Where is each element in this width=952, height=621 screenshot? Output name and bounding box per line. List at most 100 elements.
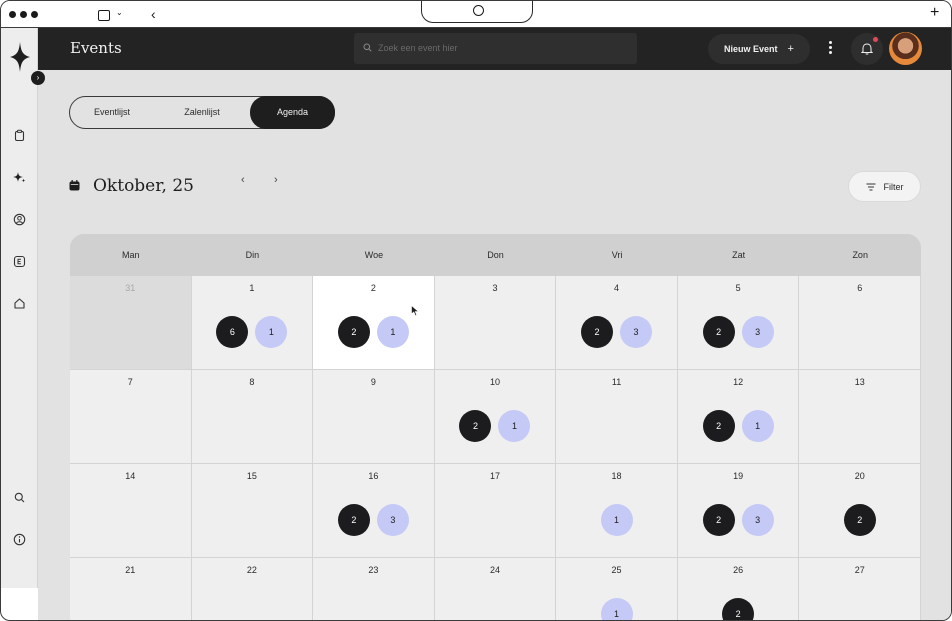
new-event-button[interactable]: Nieuw Event +	[708, 34, 810, 64]
event-count-badge-dark[interactable]: 2	[702, 504, 735, 536]
day-number: 23	[368, 565, 379, 575]
calendar-day-cell[interactable]: 23	[313, 558, 435, 620]
event-badges: 23	[678, 316, 799, 348]
calendar-day-cell[interactable]: 31	[70, 276, 192, 370]
calendar-day-cell[interactable]: 21	[70, 558, 192, 620]
calendar-day-cell[interactable]: 25 1	[556, 558, 678, 620]
sidebar-expand-chevron-icon[interactable]: ›	[31, 71, 45, 85]
day-number: 27	[854, 565, 865, 575]
calendar-day-cell[interactable]: 16 2 3	[313, 464, 435, 558]
event-count-badge-light[interactable]: 3	[620, 316, 653, 348]
calendar-day-cell[interactable]: 4 23	[556, 276, 678, 370]
calendar-day-cell[interactable]: 10 2 1	[434, 370, 557, 464]
day-number: 20	[854, 471, 865, 481]
back-chevron-icon[interactable]: ‹	[151, 6, 156, 22]
new-tab-plus-icon[interactable]: +	[930, 4, 939, 22]
page-title: Events	[70, 39, 122, 57]
event-badges: 23	[678, 504, 799, 536]
notifications-button[interactable]	[851, 33, 883, 65]
day-number: 21	[125, 565, 136, 575]
calendar-day-cell[interactable]: 19 2 3	[677, 464, 800, 558]
kebab-menu-icon[interactable]	[829, 41, 832, 54]
calendar-day-cell[interactable]: 7	[70, 370, 192, 464]
next-month-chevron-icon[interactable]: ›	[274, 174, 278, 186]
event-count-badge-light[interactable]: 3	[741, 316, 774, 348]
event-count-badge-light[interactable]: 1	[255, 316, 288, 348]
calendar-day-cell[interactable]: 6	[799, 276, 921, 370]
event-badges: 2	[678, 598, 799, 620]
avatar[interactable]	[889, 32, 922, 65]
event-count-badge-dark[interactable]: 2	[337, 504, 370, 536]
new-event-label: Nieuw Event	[724, 44, 778, 54]
event-badges: 1	[556, 504, 677, 536]
info-icon[interactable]	[13, 533, 26, 546]
calendar-day-cell[interactable]: 27	[799, 558, 921, 620]
search-icon[interactable]	[13, 491, 26, 504]
notification-dot	[873, 37, 878, 42]
clipboard-icon[interactable]	[13, 129, 26, 142]
prev-month-chevron-icon[interactable]: ‹	[241, 174, 245, 186]
calendar-day-cell[interactable]: 8	[191, 370, 314, 464]
event-count-badge-light[interactable]: 1	[376, 316, 409, 348]
calendar-day-cell[interactable]: 3	[434, 276, 557, 370]
event-count-badge-dark[interactable]: 2	[337, 316, 370, 348]
sparkle-icon[interactable]	[13, 171, 26, 184]
calendar-day-cell[interactable]: 26 2	[677, 558, 800, 620]
event-count-badge-light[interactable]: 1	[600, 504, 633, 536]
e-letter-icon[interactable]	[13, 255, 26, 268]
search-input[interactable]	[378, 40, 628, 56]
calendar-day-cell[interactable]: 18 1	[556, 464, 678, 558]
event-count-badge-dark[interactable]: 2	[459, 410, 492, 442]
filter-icon	[866, 183, 875, 190]
event-count-badge-dark[interactable]: 2	[722, 598, 755, 620]
event-badges: 61	[192, 316, 313, 348]
calendar-day-cell[interactable]: 17	[434, 464, 557, 558]
calendar-day-cell[interactable]: 20 2	[799, 464, 921, 558]
calendar-day-cell[interactable]: 221	[313, 276, 435, 370]
search-box[interactable]	[354, 33, 637, 64]
weekday-label: Zon	[852, 250, 868, 260]
event-count-badge-dark[interactable]: 2	[581, 316, 614, 348]
browser-notch	[421, 1, 533, 23]
day-number: 10	[489, 377, 500, 387]
filter-button[interactable]: Filter	[848, 171, 921, 202]
window-controls[interactable]	[9, 11, 38, 18]
event-count-badge-light[interactable]: 1	[600, 598, 633, 620]
event-count-badge-dark[interactable]: 2	[702, 410, 735, 442]
tab-agenda[interactable]: Agenda	[250, 96, 335, 129]
day-number: 9	[370, 377, 376, 387]
month-title: Oktober, 25	[93, 176, 194, 196]
calendar-day-cell[interactable]: 14	[70, 464, 192, 558]
tab-eventlijst[interactable]: Eventlijst	[70, 97, 154, 128]
event-count-badge-light[interactable]: 3	[741, 504, 774, 536]
home-icon[interactable]	[13, 297, 26, 310]
calendar-day-cell[interactable]: 5 23	[677, 276, 800, 370]
event-count-badge-dark[interactable]: 6	[216, 316, 249, 348]
day-number: 15	[246, 471, 257, 481]
chevron-down-icon[interactable]: ⌄	[116, 8, 123, 17]
event-count-badge-light[interactable]: 3	[376, 504, 409, 536]
day-number: 25	[611, 565, 622, 575]
calendar-day-cell[interactable]: 24	[434, 558, 557, 620]
weekday-label: Vri	[611, 250, 623, 260]
day-number: 31	[125, 283, 136, 293]
calendar-day-cell[interactable]: 22	[191, 558, 314, 620]
event-count-badge-dark[interactable]: 2	[702, 316, 735, 348]
calendar-day-cell[interactable]: 15	[191, 464, 314, 558]
user-circle-icon[interactable]	[13, 213, 26, 226]
calendar-day-cell[interactable]: 12 2 1	[677, 370, 800, 464]
tab-overview-icon[interactable]	[98, 10, 110, 21]
event-count-badge-light[interactable]: 1	[498, 410, 531, 442]
day-number: 5	[735, 283, 741, 293]
calendar-day-cell[interactable]: 161	[191, 276, 314, 370]
logo-sparkle-icon	[10, 42, 30, 72]
calendar-day-cell[interactable]: 9	[313, 370, 435, 464]
day-number: 18	[611, 471, 622, 481]
tab-zalenlijst[interactable]: Zalenlijst	[160, 97, 244, 128]
calendar-day-cell[interactable]: 13	[799, 370, 921, 464]
event-count-badge-dark[interactable]: 2	[843, 504, 876, 536]
mouse-cursor-icon	[411, 305, 420, 317]
day-number: 24	[489, 565, 500, 575]
calendar-day-cell[interactable]: 11	[556, 370, 678, 464]
event-count-badge-light[interactable]: 1	[741, 410, 774, 442]
